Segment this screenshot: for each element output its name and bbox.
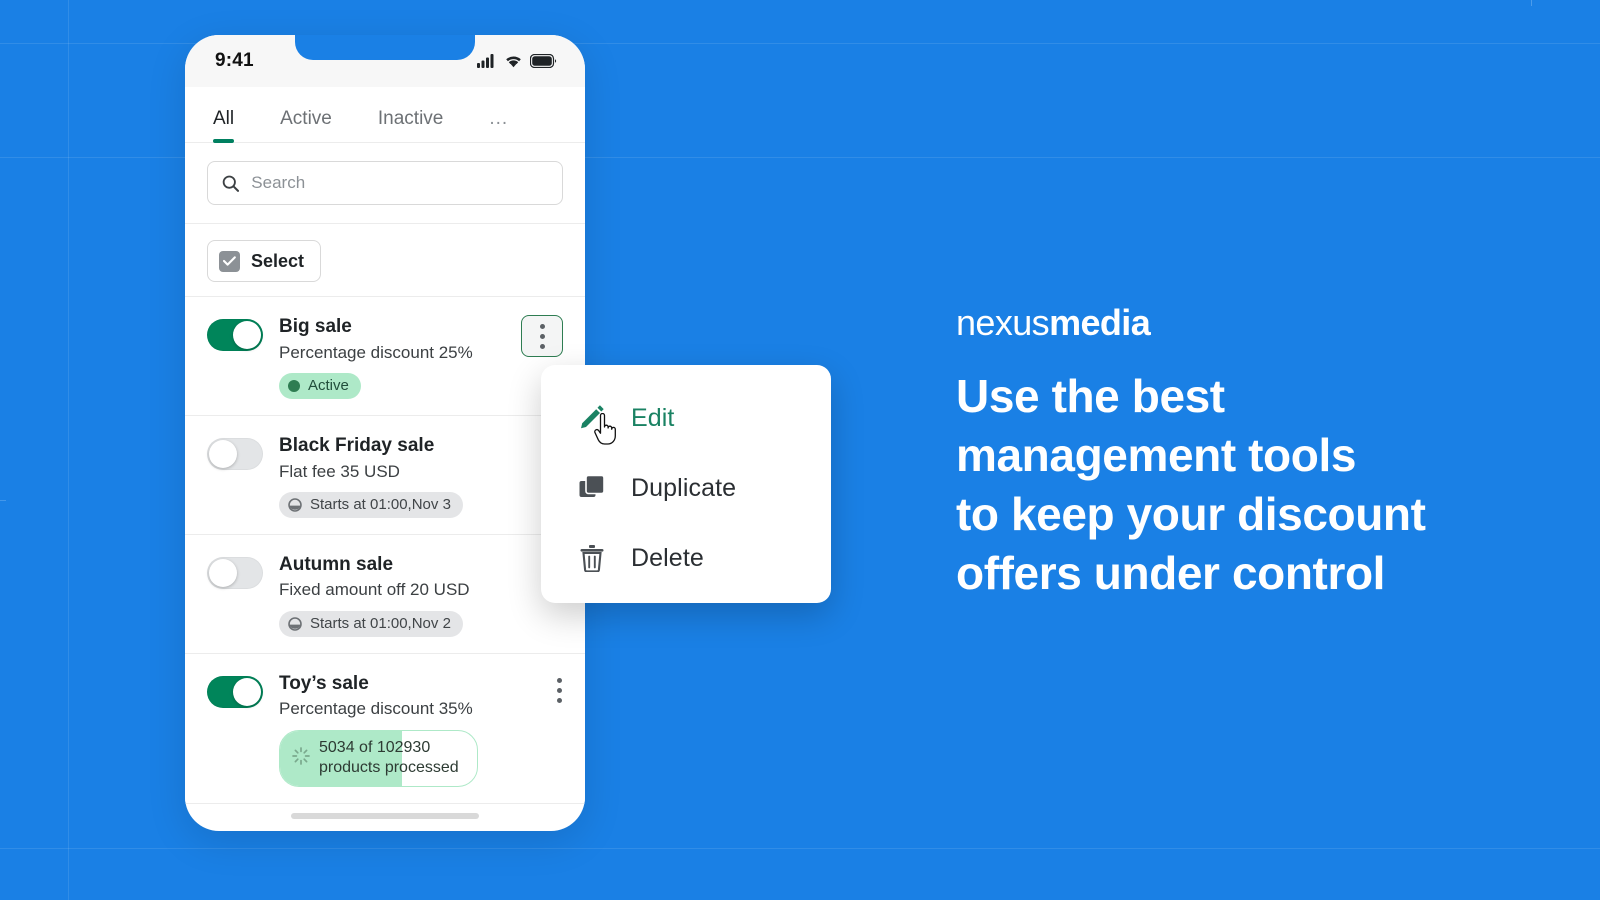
- status-dot-icon: [288, 379, 300, 392]
- table-row[interactable]: Big sale Percentage discount 25% Active: [185, 296, 585, 415]
- menu-item-duplicate[interactable]: Duplicate: [541, 453, 831, 523]
- partial-circle-icon: [288, 497, 302, 512]
- status-bar-icons: [477, 54, 557, 68]
- row-subtitle: Percentage discount 25%: [279, 342, 473, 362]
- search-box[interactable]: [207, 161, 563, 205]
- phone-notch: [295, 35, 475, 60]
- tab-active[interactable]: Active: [280, 108, 332, 142]
- schedule-badge: Starts at 01:00,Nov 3: [279, 491, 463, 518]
- status-badge-label: Active: [308, 376, 349, 394]
- row-menu-button[interactable]: [521, 315, 563, 357]
- menu-item-duplicate-label: Duplicate: [631, 473, 737, 502]
- grid-line-vertical: [68, 0, 69, 900]
- row-title: Toy’s sale: [279, 672, 369, 694]
- context-menu[interactable]: Edit Duplicate Delete: [541, 365, 831, 603]
- progress-badge-label: 5034 of 102930 products processed: [319, 738, 459, 778]
- progress-badge-line2: products processed: [319, 759, 459, 777]
- checkbox-checked-icon: [219, 250, 240, 272]
- search-icon: [222, 175, 240, 192]
- list-divider: [185, 803, 585, 805]
- select-button[interactable]: Select: [207, 240, 322, 282]
- table-row[interactable]: Toy’s sale Percentage discount 35% 5034 …: [185, 652, 585, 804]
- wifi-icon: [506, 56, 521, 68]
- menu-item-delete[interactable]: Delete: [541, 523, 831, 593]
- brand-logo: nexusmedia: [956, 305, 1516, 341]
- promo-headline: Use the best management tools to keep yo…: [956, 367, 1516, 603]
- row-subtitle: Fixed amount off 20 USD: [279, 580, 470, 600]
- partial-circle-icon: [288, 616, 302, 631]
- pencil-icon: [575, 401, 609, 435]
- home-indicator: [291, 813, 479, 819]
- status-bar-time: 9:41: [215, 50, 254, 71]
- promo-headline-line: offers under control: [956, 546, 1386, 599]
- promo-headline-line: management tools: [956, 428, 1357, 481]
- tab-inactive[interactable]: Inactive: [378, 108, 443, 142]
- select-section: Select: [185, 224, 585, 296]
- menu-item-delete-label: Delete: [631, 543, 704, 572]
- discount-list: Big sale Percentage discount 25% Active …: [185, 296, 585, 805]
- row-content: Autumn sale Fixed amount off 20 USD Star…: [279, 553, 563, 637]
- status-badge: Active: [279, 372, 361, 399]
- grid-line-horizontal: [0, 848, 1600, 849]
- brand-logo-light: nexus: [956, 302, 1050, 343]
- brand-logo-bold: media: [1049, 302, 1151, 343]
- row-title: Autumn sale: [279, 553, 394, 575]
- row-toggle[interactable]: [207, 556, 263, 589]
- row-content: Toy’s sale Percentage discount 35% 5034 …: [279, 672, 539, 788]
- table-row[interactable]: Autumn sale Fixed amount off 20 USD Star…: [185, 533, 585, 653]
- battery-icon: [530, 54, 557, 68]
- schedule-badge-label: Starts at 01:00,Nov 2: [310, 614, 451, 632]
- cellular-signal-icon: [477, 54, 494, 68]
- promo-headline-line: to keep your discount: [956, 487, 1426, 540]
- promo-panel: nexusmedia Use the best management tools…: [956, 305, 1516, 603]
- search-section: [185, 143, 585, 224]
- row-subtitle: Percentage discount 35%: [279, 699, 473, 719]
- table-row[interactable]: Black Friday sale Flat fee 35 USD Starts…: [185, 414, 585, 534]
- row-title: Black Friday sale: [279, 434, 435, 456]
- schedule-badge: Starts at 01:00,Nov 2: [279, 610, 463, 637]
- row-toggle[interactable]: [207, 437, 263, 470]
- promo-headline-line: Use the best: [956, 370, 1225, 422]
- row-subtitle: Flat fee 35 USD: [279, 461, 400, 481]
- row-toggle[interactable]: [207, 319, 263, 351]
- row-toggle[interactable]: [207, 675, 263, 708]
- row-title: Big sale: [279, 316, 352, 337]
- menu-item-edit-label: Edit: [631, 403, 675, 432]
- progress-badge-line1: 5034 of 102930: [319, 739, 431, 757]
- row-menu-button[interactable]: [555, 677, 563, 703]
- copy-icon: [575, 471, 609, 505]
- tab-bar[interactable]: All Active Inactive ...: [185, 87, 585, 143]
- row-content: Big sale Percentage discount 25% Active: [279, 315, 505, 399]
- menu-item-edit[interactable]: Edit: [541, 383, 831, 453]
- trash-icon: [575, 541, 609, 575]
- schedule-badge-label: Starts at 01:00,Nov 3: [310, 495, 451, 513]
- phone-mockup: 9:41 All Active Inactive ... Search Sele…: [185, 35, 585, 831]
- search-input[interactable]: [251, 173, 548, 193]
- select-button-label: Select: [251, 250, 305, 271]
- spinner-icon: [291, 746, 311, 771]
- row-content: Black Friday sale Flat fee 35 USD Starts…: [279, 434, 563, 518]
- tab-all[interactable]: All: [213, 108, 235, 143]
- tab-more[interactable]: ...: [489, 108, 508, 142]
- progress-badge: 5034 of 102930 products processed: [279, 730, 478, 788]
- grid-line-dashed-vertical: [1531, 0, 1532, 900]
